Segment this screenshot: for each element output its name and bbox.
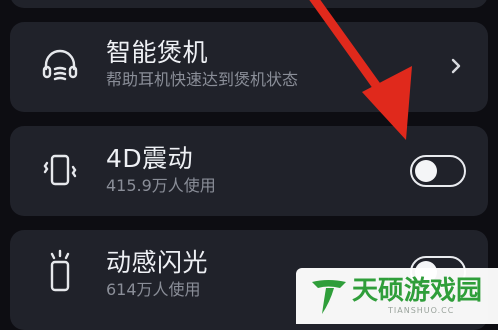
settings-item-4d-vibration: 4D震动 415.9万人使用	[10, 126, 488, 216]
headset-burn-in-icon	[38, 45, 82, 89]
settings-card-partial	[10, 0, 488, 8]
watermark-logo-icon	[312, 280, 346, 314]
watermark: 天硕游戏园 TIANSHUO.CC	[296, 268, 498, 324]
4d-vibration-subtitle: 415.9万人使用	[106, 176, 216, 195]
smart-burn-in-title: 智能煲机	[106, 38, 209, 67]
smart-burn-in-subtitle: 帮助耳机快速达到煲机状态	[106, 70, 299, 89]
chevron-right-icon[interactable]	[450, 56, 462, 81]
phone-vibration-icon	[38, 149, 82, 193]
4d-vibration-title: 4D震动	[106, 144, 194, 173]
settings-item-smart-burn-in[interactable]: 智能煲机 帮助耳机快速达到煲机状态	[10, 22, 488, 112]
watermark-text: 天硕游戏园	[352, 276, 483, 306]
dynamic-flash-subtitle: 614万人使用	[106, 280, 201, 299]
toggle-knob	[415, 160, 437, 182]
dynamic-flash-title: 动感闪光	[106, 248, 209, 277]
phone-flash-icon	[38, 248, 82, 292]
watermark-subtext: TIANSHUO.CC	[388, 306, 455, 315]
4d-vibration-toggle[interactable]	[410, 155, 466, 187]
